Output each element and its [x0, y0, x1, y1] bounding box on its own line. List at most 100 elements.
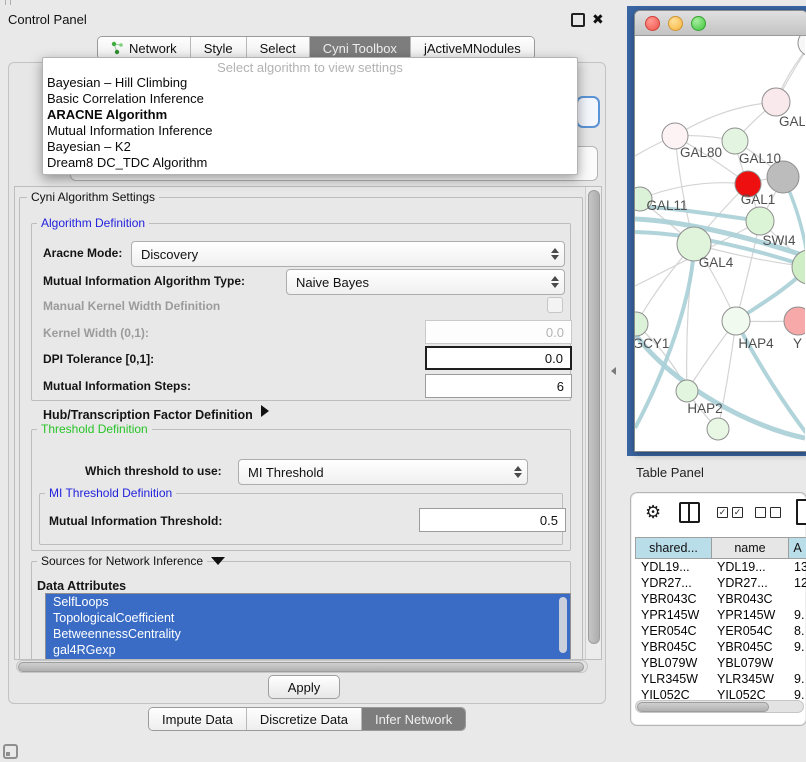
kernel-width-input[interactable]: 0.0 [425, 320, 572, 344]
list-scrollbar-thumb[interactable] [559, 597, 567, 653]
node-hap2[interactable] [676, 380, 698, 402]
tab-style[interactable]: Style [190, 37, 246, 59]
table-cell[interactable]: YLR345W [711, 671, 788, 687]
node-gcy1[interactable] [635, 312, 648, 336]
attribute-item[interactable]: TopologicalCoefficient [46, 610, 570, 626]
table-row[interactable]: YER054CYER054C8. [635, 623, 806, 639]
table-cell[interactable]: 9. [788, 639, 806, 655]
table-horizontal-scrollbar[interactable] [635, 700, 804, 713]
column-header-name[interactable]: name [712, 538, 789, 558]
table-cell[interactable]: YBR045C [711, 639, 788, 655]
select-all-columns-icon[interactable]: ✓✓ [717, 507, 743, 518]
column-layout-icon[interactable] [679, 502, 700, 523]
table-cell[interactable]: YBL079W [711, 655, 788, 671]
tab-select[interactable]: Select [246, 37, 309, 59]
table-cell[interactable]: 13 [788, 559, 806, 575]
network-window-titlebar[interactable] [635, 11, 806, 36]
network-canvas[interactable]: GALGAL80GAL10GAL1GAL11SWI4GAL4GCY1HAP4YH… [635, 36, 805, 450]
algorithm-option[interactable]: Bayesian – K2 [43, 139, 577, 155]
table-row[interactable]: YDR27...YDR27...12 [635, 575, 806, 591]
mi-steps-input[interactable]: 6 [425, 374, 572, 398]
close-panel-icon[interactable]: ✖ [592, 13, 604, 25]
apply-button[interactable]: Apply [268, 675, 340, 699]
table-row[interactable]: YLR345WYLR345W9. [635, 671, 806, 687]
table-cell[interactable]: YDL19... [635, 559, 711, 575]
sources-collapse-arrow-icon[interactable] [211, 557, 225, 565]
settings-hscroll-thumb[interactable] [18, 662, 584, 672]
node-top-cut[interactable] [798, 36, 805, 56]
table-cell[interactable]: YIL052C [635, 687, 711, 699]
table-cell[interactable]: YBR045C [635, 639, 711, 655]
table-row[interactable]: YBL079WYBL079W [635, 655, 806, 671]
table-cell[interactable]: YLR345W [635, 671, 711, 687]
tab-jactivemnodules[interactable]: jActiveMNodules [410, 37, 534, 59]
window-close-icon[interactable] [645, 16, 660, 31]
settings-horizontal-scrollbar[interactable] [16, 660, 588, 673]
minimized-panel-icon[interactable] [3, 744, 18, 759]
panel-divider-arrow-icon[interactable] [611, 367, 616, 375]
table-cell[interactable]: YER054C [711, 623, 788, 639]
algorithm-option[interactable]: Bayesian – Hill Climbing [43, 75, 577, 91]
table-cell[interactable]: 9. [788, 671, 806, 687]
node-hap4[interactable] [722, 307, 750, 335]
network-edge[interactable] [675, 102, 776, 136]
node-bottom[interactable] [707, 418, 729, 440]
float-window-icon[interactable] [571, 13, 585, 27]
tab-infer-network[interactable]: Infer Network [361, 708, 465, 730]
table-cell[interactable]: YBR043C [635, 591, 711, 607]
mi-threshold-input[interactable]: 0.5 [419, 508, 566, 532]
attribute-item[interactable]: BetweennessCentrality [46, 626, 570, 642]
table-row[interactable]: YPR145WYPR145W9. [635, 607, 806, 623]
tab-impute-data[interactable]: Impute Data [149, 708, 246, 730]
table-cell[interactable]: YPR145W [635, 607, 711, 623]
table-cell[interactable]: 9. [788, 687, 806, 699]
table-hscroll-thumb[interactable] [637, 702, 769, 712]
table-cell[interactable]: 12 [788, 575, 806, 591]
dpi-tolerance-input[interactable]: 0.0 [425, 346, 572, 370]
table-cell[interactable]: YBL079W [635, 655, 711, 671]
table-row[interactable]: YDL19...YDL19...13 [635, 559, 806, 575]
table-cell[interactable]: 9. [788, 607, 806, 623]
mi-type-select[interactable]: Naive Bayes [286, 269, 565, 295]
inference-combo-focus-fragment[interactable] [576, 96, 600, 128]
aracne-mode-select[interactable]: Discovery [131, 241, 565, 267]
algorithm-option[interactable]: Basic Correlation Inference [43, 91, 577, 107]
table-row[interactable]: YBR043CYBR043C [635, 591, 806, 607]
deselect-columns-icon[interactable] [755, 507, 781, 518]
settings-vscroll-thumb[interactable] [588, 190, 600, 644]
table-settings-gear-icon[interactable]: ⚙ [645, 503, 661, 521]
algorithm-option[interactable]: Dream8 DC_TDC Algorithm [43, 155, 577, 171]
table-row[interactable]: YBR045CYBR045C9. [635, 639, 806, 655]
table-cell[interactable] [788, 591, 806, 607]
table-cell[interactable] [788, 655, 806, 671]
node-salmon-cut[interactable] [784, 307, 805, 335]
column-header-shared-name[interactable]: shared... [636, 538, 712, 558]
attribute-item[interactable]: SelfLoops [46, 594, 570, 610]
table-cell[interactable]: 8. [788, 623, 806, 639]
attribute-item[interactable]: gal4RGexp [46, 642, 570, 658]
export-table-icon[interactable] [796, 499, 806, 525]
table-row[interactable]: YIL052CYIL052C9. [635, 687, 806, 699]
node-gal-cut[interactable] [762, 88, 790, 116]
window-minimize-icon[interactable] [668, 16, 683, 31]
tab-discretize-data[interactable]: Discretize Data [246, 708, 361, 730]
column-header-cut[interactable]: A [789, 538, 806, 558]
table-cell[interactable]: YBR043C [711, 591, 788, 607]
algorithm-option[interactable]: Mutual Information Inference [43, 123, 577, 139]
node-swi4[interactable] [746, 207, 774, 235]
table-cell[interactable]: YER054C [635, 623, 711, 639]
tab-network[interactable]: Network [98, 37, 190, 59]
settings-vertical-scrollbar[interactable] [585, 187, 601, 659]
table-cell[interactable]: YDR27... [711, 575, 788, 591]
table-cell[interactable]: YIL052C [711, 687, 788, 699]
algorithm-option-selected[interactable]: ARACNE Algorithm [43, 107, 577, 123]
hub-expand-arrow-icon[interactable] [261, 405, 269, 417]
which-threshold-select[interactable]: MI Threshold [238, 459, 528, 485]
tab-cyni-toolbox[interactable]: Cyni Toolbox [309, 37, 410, 59]
table-cell[interactable]: YDR27... [635, 575, 711, 591]
network-edge[interactable] [640, 183, 748, 199]
manual-kernel-checkbox[interactable] [547, 297, 563, 313]
window-zoom-icon[interactable] [691, 16, 706, 31]
table-cell[interactable]: YPR145W [711, 607, 788, 623]
table-cell[interactable]: YDL19... [711, 559, 788, 575]
